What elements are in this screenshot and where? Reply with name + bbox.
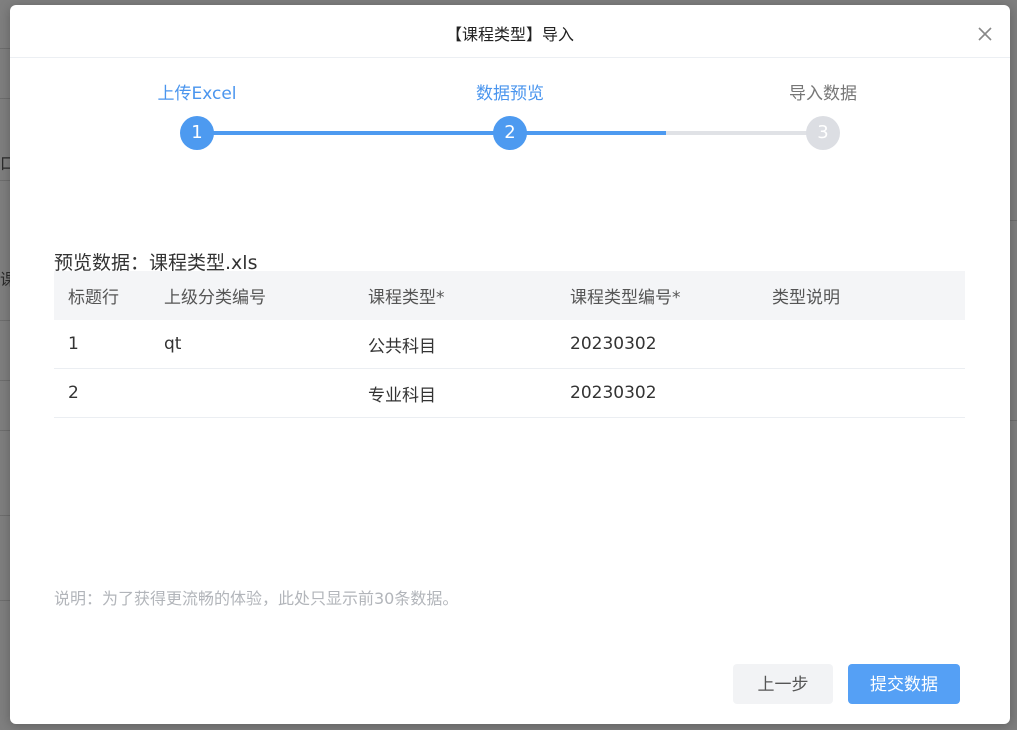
- table-cell: 2: [54, 368, 150, 418]
- column-header: 类型说明: [758, 271, 965, 320]
- step-2-label: 数据预览: [476, 84, 544, 104]
- table-header-row: 标题行 上级分类编号 课程类型* 课程类型编号* 类型说明: [54, 271, 965, 320]
- table-row: 2 专业科目 20230302: [54, 368, 965, 418]
- preview-table: 标题行 上级分类编号 课程类型* 课程类型编号* 类型说明 1 qt 公共科目 …: [54, 271, 965, 418]
- import-dialog: 【课程类型】导入 上传Excel 1 数据预览 2 导入数据 3 预览数据：课程…: [10, 5, 1010, 724]
- step-3-circle: 3: [806, 116, 840, 150]
- step-1-label: 上传Excel: [157, 84, 237, 104]
- table-cell: 公共科目: [354, 320, 556, 369]
- step-connector-1: [197, 131, 510, 135]
- step-connector-2-pending: [666, 131, 823, 135]
- table-cell: [150, 368, 354, 418]
- step-connector-2-done: [510, 131, 666, 135]
- steps-progress: 上传Excel 1 数据预览 2 导入数据 3: [10, 5, 1010, 165]
- column-header: 课程类型*: [354, 271, 556, 320]
- column-header: 上级分类编号: [150, 271, 354, 320]
- table-cell: 1: [54, 320, 150, 369]
- column-header: 课程类型编号*: [556, 271, 758, 320]
- table-row: 1 qt 公共科目 20230302: [54, 320, 965, 369]
- step-3-label: 导入数据: [789, 84, 857, 104]
- submit-data-button[interactable]: 提交数据: [848, 664, 960, 704]
- table-cell: [758, 368, 965, 418]
- preview-note: 说明：为了获得更流畅的体验，此处只显示前30条数据。: [54, 589, 459, 608]
- table-cell: 20230302: [556, 320, 758, 369]
- previous-step-button[interactable]: 上一步: [733, 664, 833, 704]
- step-1-circle: 1: [180, 116, 214, 150]
- step-2-circle: 2: [493, 116, 527, 150]
- table-cell: 专业科目: [354, 368, 556, 418]
- table-cell: qt: [150, 320, 354, 369]
- table-cell: 20230302: [556, 368, 758, 418]
- column-header: 标题行: [54, 271, 150, 320]
- table-cell: [758, 320, 965, 369]
